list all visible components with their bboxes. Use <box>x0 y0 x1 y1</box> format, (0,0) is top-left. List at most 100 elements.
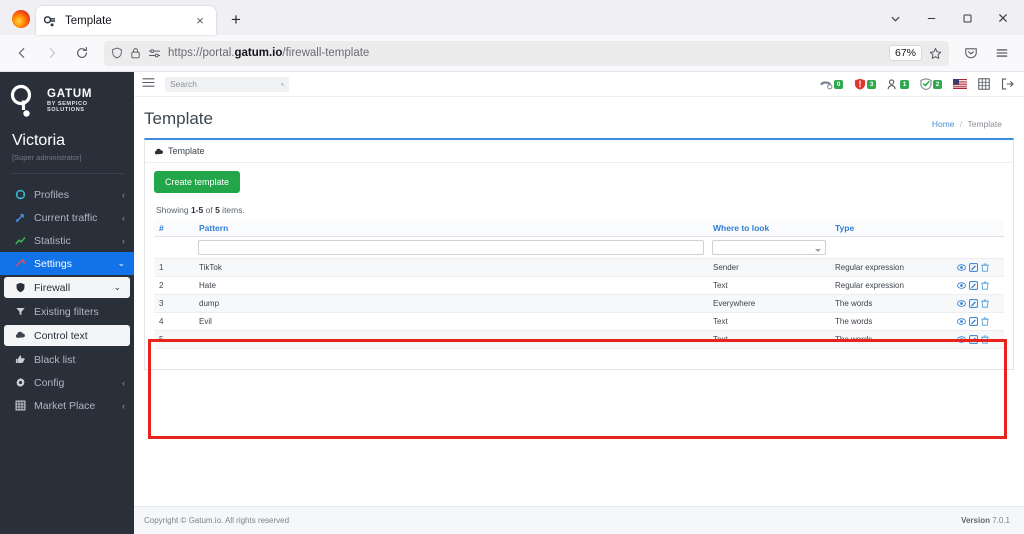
check-shield-icon[interactable]: 2 <box>920 78 942 90</box>
user-role: [Super administrator] <box>12 153 82 162</box>
save-to-pocket-icon[interactable] <box>957 40 985 66</box>
table-row[interactable]: 5 Text The words <box>154 330 1004 349</box>
cell-number: 4 <box>154 312 194 331</box>
view-icon[interactable] <box>957 335 966 344</box>
filter-pattern-input[interactable] <box>198 240 704 255</box>
status-badge: 1 <box>900 79 909 89</box>
star-icon[interactable] <box>929 47 942 60</box>
shield-icon[interactable] <box>111 47 123 59</box>
filter-where-select[interactable] <box>712 240 826 255</box>
lock-icon[interactable] <box>130 47 141 59</box>
close-window-icon[interactable] <box>986 4 1020 32</box>
users-icon[interactable]: 1 <box>887 78 909 90</box>
sidebar-item-existing-filters[interactable]: Existing filters <box>0 300 134 323</box>
cell-where: Sender <box>708 258 830 277</box>
chevron-icon: ‹ <box>122 189 125 200</box>
showing-summary: Showing 1-5 of 5 items. <box>156 205 245 215</box>
create-template-button[interactable]: Create template <box>154 171 241 193</box>
sidebar-item-firewall[interactable]: Firewall ⌄ <box>4 277 130 298</box>
sidebar-item-market-place[interactable]: Market Place ‹ <box>0 394 134 417</box>
sidebar-item-control-text[interactable]: Control text <box>4 325 130 346</box>
grid-icon[interactable] <box>978 78 990 90</box>
cell-pattern: Evil <box>194 312 708 331</box>
view-icon[interactable] <box>957 281 966 290</box>
main-content: 0 3 1 2 <box>134 72 1024 534</box>
tab-close-icon[interactable]: × <box>192 13 208 29</box>
breadcrumb-home[interactable]: Home <box>932 119 955 129</box>
delete-icon[interactable] <box>981 335 989 344</box>
cell-actions <box>952 312 1004 331</box>
column-header-number[interactable]: # <box>154 220 194 237</box>
brand-subtitle: BY SEMPICO SOLUTIONS <box>47 101 88 114</box>
table-row[interactable]: 3 dump Everywhere The words <box>154 294 1004 313</box>
minimize-icon[interactable] <box>914 4 948 32</box>
topbar-status-icons: 0 3 1 2 <box>820 78 1014 90</box>
phone-icon[interactable]: 0 <box>820 79 843 90</box>
cell-actions <box>952 294 1004 313</box>
search-icon[interactable] <box>281 80 284 89</box>
delete-icon[interactable] <box>981 317 989 326</box>
breadcrumb: Home / Template <box>932 119 1002 129</box>
view-icon[interactable] <box>957 263 966 272</box>
new-tab-button[interactable]: + <box>223 7 249 33</box>
edit-icon[interactable] <box>969 263 978 272</box>
edit-icon[interactable] <box>969 335 978 344</box>
row-actions <box>957 299 999 308</box>
breadcrumb-current: Template <box>967 119 1003 129</box>
table-row[interactable]: 2 Hate Text Regular expression <box>154 276 1004 295</box>
filter-cell-type <box>830 236 952 259</box>
chevron-down-icon: ⌄ <box>113 282 121 292</box>
alert-shield-icon[interactable]: 3 <box>854 78 876 90</box>
search-box[interactable] <box>165 76 289 92</box>
edit-icon[interactable] <box>969 299 978 308</box>
cell-number: 2 <box>154 276 194 295</box>
tab-title: Template <box>65 14 112 27</box>
table-row[interactable]: 1 TikTok Sender Regular expression <box>154 258 1004 277</box>
sidebar-item-profiles[interactable]: Profiles ‹ <box>0 183 134 206</box>
cell-where: Everywhere <box>708 294 830 313</box>
app-menu-icon[interactable] <box>988 40 1016 66</box>
panel-header: Template <box>145 140 1013 163</box>
search-input[interactable] <box>170 79 281 89</box>
sidebar-item-config[interactable]: Config ‹ <box>0 371 134 394</box>
permissions-icon[interactable] <box>148 48 161 59</box>
delete-icon[interactable] <box>981 281 989 290</box>
column-header-pattern[interactable]: Pattern <box>194 220 708 237</box>
list-all-tabs-icon[interactable] <box>878 4 912 32</box>
sidebar-label: Config <box>34 376 65 389</box>
cell-type: Regular expression <box>830 258 952 277</box>
edit-icon[interactable] <box>969 317 978 326</box>
edit-icon[interactable] <box>969 281 978 290</box>
panel-title: Template <box>168 146 205 156</box>
forward-button-icon[interactable] <box>38 40 66 66</box>
chevron-down-icon: ⌄ <box>117 258 125 268</box>
status-badge: 3 <box>867 79 876 89</box>
us-flag-icon[interactable] <box>953 79 967 89</box>
url-bar[interactable]: https://portal.gatum.io/firewall-templat… <box>104 40 949 66</box>
sidebar-item-current-traffic[interactable]: Current traffic ‹ <box>0 206 134 229</box>
view-icon[interactable] <box>957 299 966 308</box>
traffic-icon <box>14 212 27 223</box>
table-row[interactable]: 4 Evil Text The words <box>154 312 1004 331</box>
back-button-icon[interactable] <box>8 40 36 66</box>
tab-strip: Template × + <box>0 0 1024 35</box>
app-topbar: 0 3 1 2 <box>134 72 1024 97</box>
sidebar-item-black-list[interactable]: Black list <box>0 348 134 371</box>
sidebar-label: Firewall <box>34 281 71 294</box>
browser-tab[interactable]: Template × <box>36 6 216 35</box>
view-icon[interactable] <box>957 317 966 326</box>
filter-cell-where <box>708 236 830 259</box>
zoom-level-badge[interactable]: 67% <box>888 45 922 61</box>
column-header-type[interactable]: Type <box>830 220 952 237</box>
sidebar-item-settings[interactable]: Settings ⌄ <box>0 252 134 275</box>
sidebar-item-statistic[interactable]: Statistic ‹ <box>0 229 134 252</box>
hamburger-icon[interactable] <box>142 75 156 93</box>
delete-icon[interactable] <box>981 263 989 272</box>
delete-icon[interactable] <box>981 299 989 308</box>
maximize-icon[interactable] <box>950 4 984 32</box>
column-header-where[interactable]: Where to look <box>708 220 830 237</box>
logout-icon[interactable] <box>1001 78 1014 90</box>
reload-button-icon[interactable] <box>68 40 96 66</box>
table-header-row: # Pattern Where to look Type <box>154 220 1004 237</box>
table-head: # Pattern Where to look Type <box>154 220 1004 259</box>
